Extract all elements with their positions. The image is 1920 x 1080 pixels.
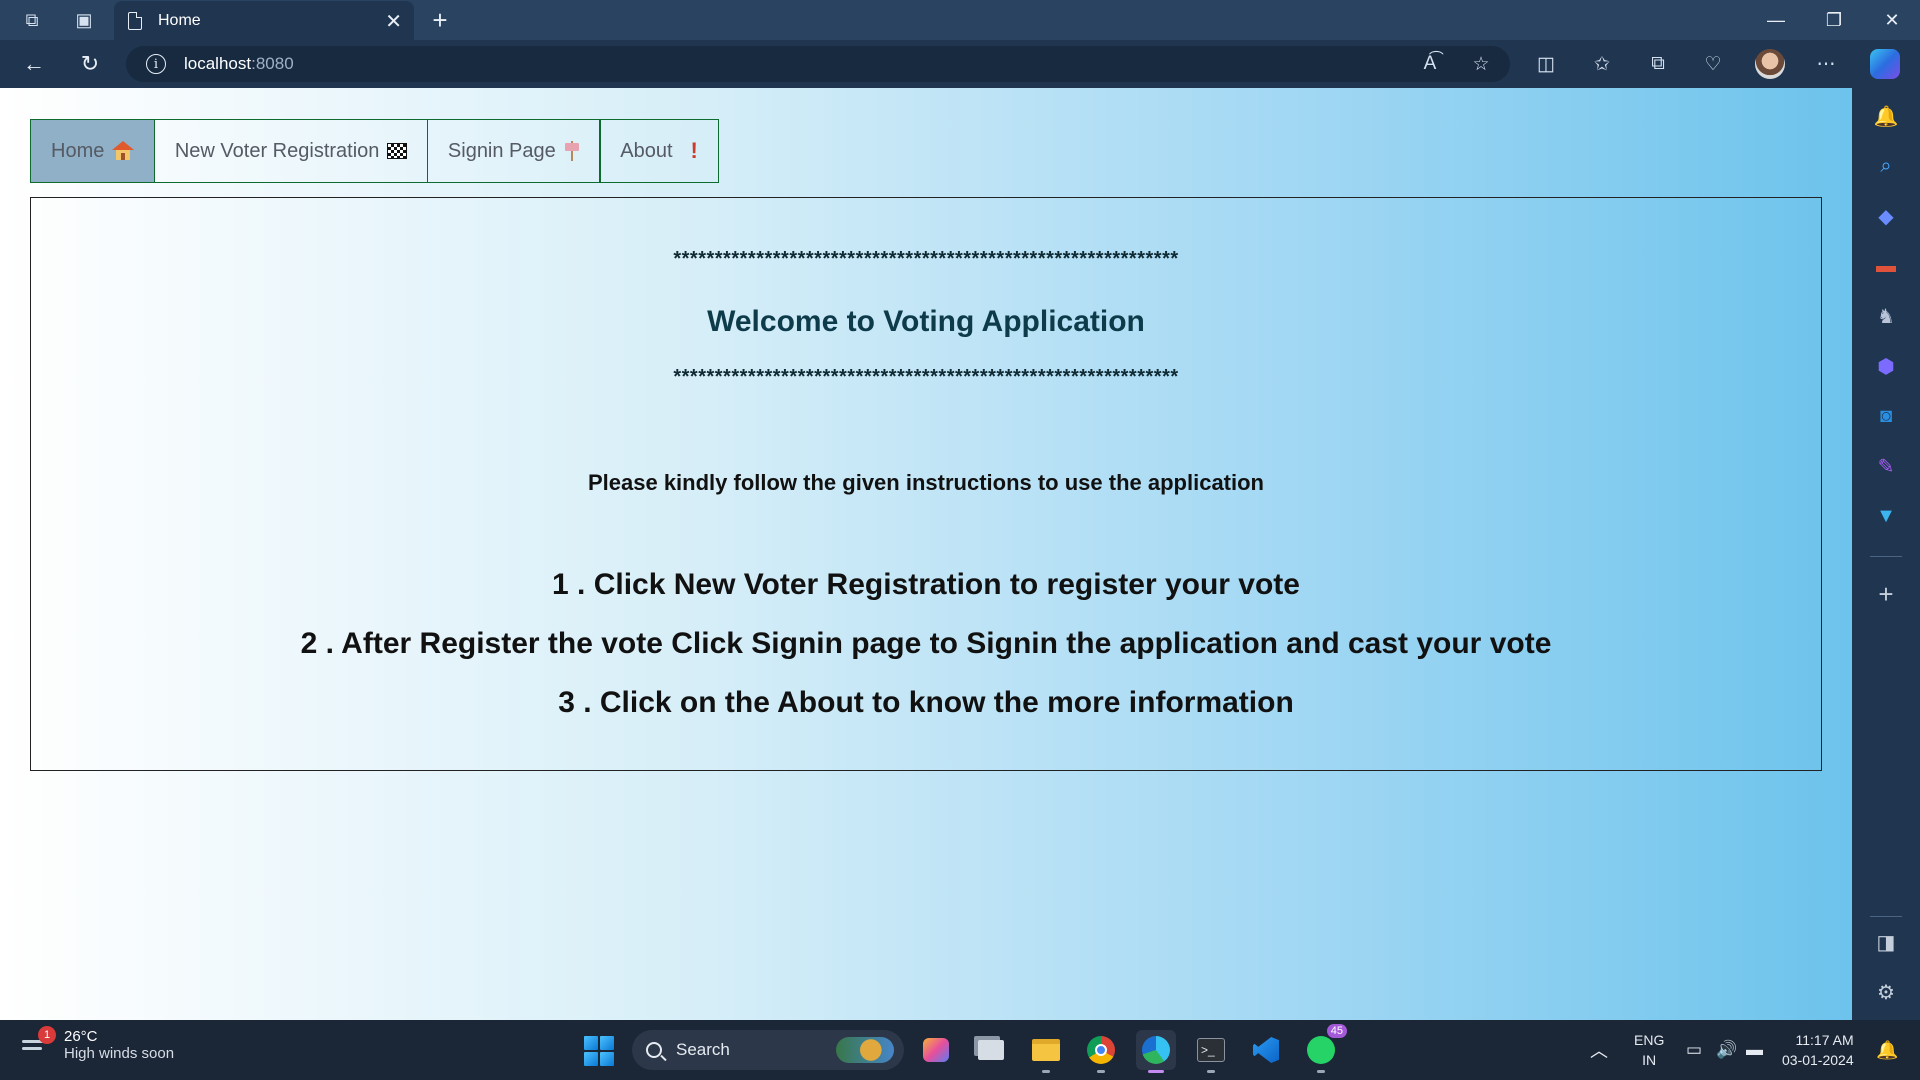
sidebar-search-icon[interactable]: ⌕ <box>1870 150 1902 182</box>
nav-about[interactable]: About ! <box>599 119 719 183</box>
instruction-heading: Please kindly follow the given instructi… <box>587 470 1264 495</box>
designer-icon[interactable]: ✎ <box>1870 450 1902 482</box>
profile-avatar[interactable] <box>1755 49 1785 79</box>
site-info-icon[interactable]: i <box>146 54 166 74</box>
welcome-panel: ****************************************… <box>30 197 1822 771</box>
microsoft-365-icon[interactable]: ⬢ <box>1870 350 1902 382</box>
workspaces-icon[interactable]: ⧉ <box>12 0 52 40</box>
vscode-icon[interactable] <box>1246 1030 1286 1070</box>
windows-taskbar: 1 26°C High winds soon Search >_ 45 ︿ EN… <box>0 1020 1920 1080</box>
main-navbar: Home New Voter Registration Signin Page … <box>30 119 719 183</box>
weather-temperature: 26°C <box>64 1028 98 1045</box>
welcome-heading: Welcome to Voting Application <box>707 305 1145 338</box>
new-tab-button[interactable]: + <box>420 0 460 40</box>
file-explorer-icon[interactable] <box>1026 1030 1066 1073</box>
sidebar-divider-bottom <box>1870 916 1902 917</box>
signpost-icon <box>564 141 580 161</box>
region-code: IN <box>1642 1052 1657 1068</box>
nav-home[interactable]: Home <box>30 119 156 183</box>
stars-divider-bottom: ****************************************… <box>673 366 1179 388</box>
edge-sidebar: 🔔 ⌕ ◆ ▬ ♞ ⬢ ◙ ✎ ▼ + ◨ ⚙ <box>1852 88 1920 1020</box>
collections-icon[interactable]: ⧉ <box>1638 44 1678 84</box>
address-bar-row: ← ↻ i localhost :8080 A͡ ☆ ◫ ✩ ⧉ ♡ ⋯ <box>0 40 1920 88</box>
page-icon <box>128 11 142 30</box>
nav-new-voter-registration[interactable]: New Voter Registration <box>153 119 429 183</box>
favorite-star-icon[interactable]: ☆ <box>1461 44 1501 84</box>
task-view-icon[interactable] <box>971 1030 1011 1070</box>
nav-registration-label: New Voter Registration <box>174 139 380 162</box>
refresh-button[interactable]: ↻ <box>70 44 110 84</box>
browser-essentials-icon[interactable]: ♡ <box>1693 44 1733 84</box>
wind-weather-icon: 1 <box>20 1026 56 1060</box>
tools-briefcase-icon[interactable]: ▬ <box>1870 250 1902 282</box>
exclamation-icon: ! <box>690 138 698 163</box>
split-screen-icon[interactable]: ◫ <box>1526 44 1566 84</box>
weather-description: High winds soon <box>64 1045 175 1062</box>
start-windows-icon[interactable] <box>584 1036 614 1066</box>
instruction-step-2: 2 . After Register the vote Click Signin… <box>300 627 1552 660</box>
checkered-flag-icon <box>387 143 408 159</box>
favorites-icon[interactable]: ✩ <box>1582 44 1622 84</box>
close-window-button[interactable]: ✕ <box>1864 0 1920 40</box>
edge-icon[interactable] <box>1136 1030 1176 1073</box>
copilot-taskbar-icon[interactable] <box>916 1030 956 1070</box>
notification-center-icon[interactable]: 🔔 <box>1876 1020 1898 1080</box>
show-hidden-icons[interactable]: ︿ <box>1590 1020 1608 1080</box>
nav-signin-page[interactable]: Signin Page <box>426 119 601 183</box>
browser-tab-home[interactable]: Home ✕ <box>114 1 414 40</box>
read-aloud-icon[interactable]: A͡ <box>1410 44 1450 84</box>
language-code: ENG <box>1634 1032 1665 1048</box>
restore-button[interactable]: ❐ <box>1806 0 1862 40</box>
drop-icon[interactable]: ▼ <box>1870 500 1902 532</box>
outlook-icon[interactable]: ◙ <box>1870 400 1902 432</box>
settings-gear-icon[interactable]: ⚙ <box>1870 976 1902 1008</box>
search-highlight-graphic <box>836 1037 894 1063</box>
volume-icon[interactable]: 🔊 <box>1716 1020 1737 1080</box>
minimize-button[interactable]: — <box>1748 0 1804 40</box>
notifications-bell-icon[interactable]: 🔔 <box>1870 100 1902 132</box>
house-icon <box>112 141 135 161</box>
add-sidebar-app-icon[interactable]: + <box>1870 578 1902 610</box>
terminal-icon[interactable]: >_ <box>1191 1030 1231 1073</box>
chrome-icon[interactable] <box>1081 1030 1121 1073</box>
weather-widget[interactable]: 1 26°C High winds soon <box>20 1026 175 1062</box>
taskbar-search-label: Search <box>676 1040 730 1059</box>
nav-home-label: Home <box>51 139 105 162</box>
more-options-icon[interactable]: ⋯ <box>1806 44 1846 84</box>
copilot-icon[interactable] <box>1870 49 1900 79</box>
hide-sidebar-icon[interactable]: ◨ <box>1870 926 1902 958</box>
instruction-step-1: 1 . Click New Voter Registration to regi… <box>552 568 1300 601</box>
nav-about-label: About <box>620 139 673 162</box>
url-port: :8080 <box>251 54 294 73</box>
url-host: localhost <box>184 54 252 73</box>
whatsapp-icon[interactable]: 45 <box>1301 1024 1347 1073</box>
games-icon[interactable]: ♞ <box>1870 300 1902 332</box>
stars-divider-top: ****************************************… <box>673 248 1179 270</box>
tab-title: Home <box>158 11 201 29</box>
shopping-tag-icon[interactable]: ◆ <box>1870 200 1902 232</box>
search-icon <box>646 1042 662 1058</box>
sidebar-divider <box>1870 556 1902 557</box>
language-indicator[interactable]: ENG IN <box>1634 1020 1664 1080</box>
clock[interactable]: 11:17 AM 03-01-2024 <box>1782 1020 1854 1080</box>
weather-alert-badge: 1 <box>38 1026 56 1044</box>
whatsapp-unread-badge: 45 <box>1326 1024 1347 1038</box>
url-input[interactable]: i localhost :8080 <box>126 46 1510 82</box>
network-icon[interactable]: ▭ <box>1686 1020 1702 1080</box>
browser-title-bar: ⧉ ▣ Home ✕ + — ❐ ✕ <box>0 0 1920 40</box>
taskbar-search[interactable]: Search <box>632 1030 904 1070</box>
page-viewport: Home New Voter Registration Signin Page … <box>0 88 1852 1020</box>
back-button[interactable]: ← <box>14 44 54 84</box>
clock-date: 03-01-2024 <box>1782 1052 1854 1068</box>
instruction-step-3: 3 . Click on the About to know the more … <box>558 686 1294 719</box>
battery-icon[interactable]: ▬ <box>1746 1020 1763 1080</box>
close-tab-icon[interactable]: ✕ <box>385 9 402 34</box>
clock-time: 11:17 AM <box>1795 1032 1854 1048</box>
tab-actions-icon[interactable]: ▣ <box>64 0 104 40</box>
nav-signin-label: Signin Page <box>447 139 556 162</box>
